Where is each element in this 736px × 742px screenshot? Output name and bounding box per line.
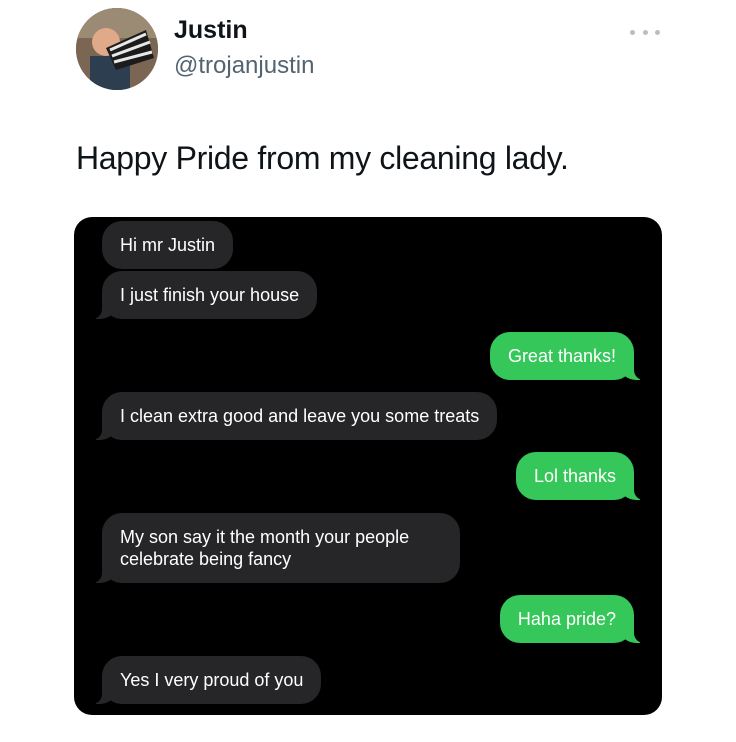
more-options-icon[interactable] — [630, 22, 660, 42]
message-bubble-incoming: Yes I very proud of you — [91, 656, 322, 704]
message-bubble-incoming: I just finish your house — [91, 271, 318, 319]
message-text: I clean extra good and leave you some tr… — [120, 406, 480, 426]
message-bubble-incoming: Hi mr Justin — [102, 221, 234, 269]
message-text: Haha pride? — [517, 609, 616, 629]
message-text: I just finish your house — [120, 285, 300, 305]
avatar[interactable] — [76, 8, 158, 90]
message-bubble-incoming: My son say it the month your people cele… — [92, 513, 460, 583]
message-text: My son say it the month your people cele… — [120, 527, 410, 569]
tweet-text: Happy Pride from my cleaning lady. — [76, 140, 569, 176]
author-handle[interactable]: @trojanjustin — [174, 52, 314, 80]
message-bubble-incoming: I clean extra good and leave you some tr… — [91, 392, 498, 440]
author-name[interactable]: Justin — [174, 16, 248, 45]
message-bubble-outgoing: Haha pride? — [499, 595, 645, 643]
message-screenshot[interactable]: Hi mr Justin I just finish your house Gr… — [74, 217, 662, 715]
message-text: Yes I very proud of you — [120, 670, 304, 690]
message-text: Great thanks! — [507, 346, 616, 366]
avatar-photo — [76, 8, 158, 90]
message-text: Hi mr Justin — [120, 235, 216, 255]
message-bubble-outgoing: Lol thanks — [515, 452, 645, 500]
message-bubble-outgoing: Great thanks! — [489, 332, 645, 380]
message-text: Lol thanks — [533, 466, 616, 486]
